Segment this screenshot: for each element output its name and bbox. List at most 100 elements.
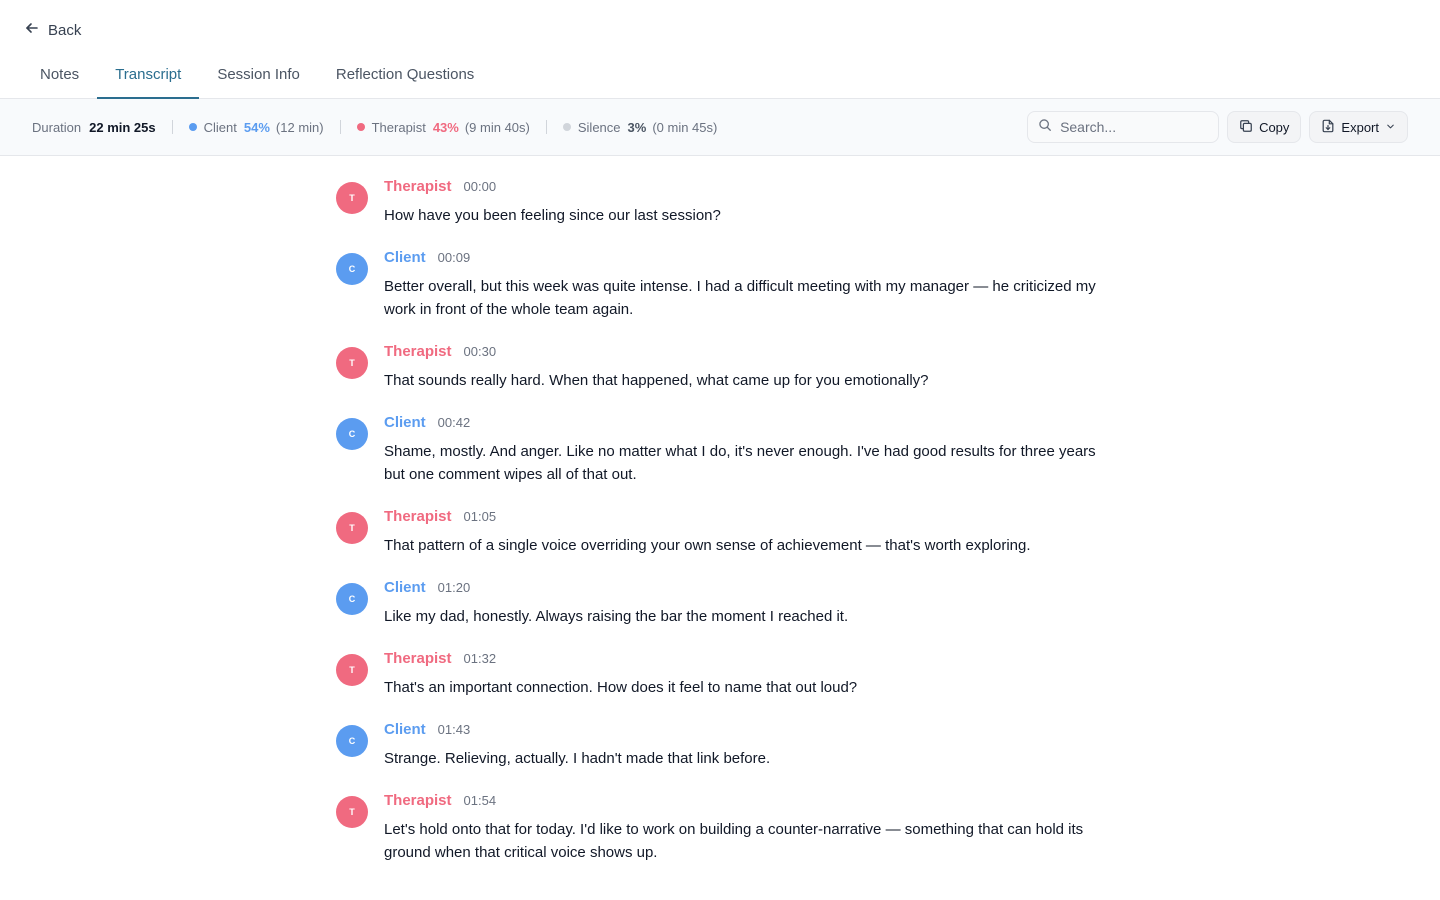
message-body: Therapist 00:30 That sounds really hard. W…	[384, 343, 929, 392]
transcript-message: T Therapist 01:05 That pattern of a single …	[336, 508, 1104, 557]
message-body: Therapist 01:54 Let's hold onto that for t…	[384, 792, 1104, 864]
client-stat-time: (12 min)	[275, 119, 324, 135]
message-header: Therapist 01:05	[384, 508, 1031, 532]
silence-stat-time: (0 min 45s)	[652, 119, 718, 135]
transcript-message: T Therapist 00:30 That sounds really hard. …	[336, 343, 1104, 392]
message-body: Client 01:43 Strange. Relieving, actually.…	[384, 721, 770, 770]
client-avatar: C	[336, 253, 368, 285]
file-export-icon	[1321, 119, 1335, 136]
tab-notes[interactable]: Notes	[22, 56, 97, 99]
message-header: Client 01:43	[384, 721, 770, 745]
message-header: Therapist 01:54	[384, 792, 1104, 816]
export-label: Export	[1341, 119, 1379, 135]
search-input[interactable]	[1060, 119, 1201, 135]
divider	[339, 120, 341, 134]
transcript-message: T Therapist 01:54 Let's hold onto that for …	[336, 792, 1104, 864]
message-text: Let's hold onto that for today. I'd like…	[384, 821, 1084, 861]
message-body: Therapist 00:00 How have you been feeling …	[384, 178, 721, 227]
client-avatar: C	[336, 583, 368, 615]
message-body: Therapist 01:32 That's an important connec…	[384, 650, 857, 699]
message-text: That pattern of a single voice overridin…	[384, 537, 1031, 554]
stats-bar: Duration 22 min 25s Client 54% (12 min) …	[0, 99, 1440, 156]
chevron-down-icon	[1385, 120, 1396, 135]
timestamp[interactable]: 00:30	[464, 344, 497, 359]
tab-session-info[interactable]: Session Info	[199, 56, 318, 99]
client-dot-icon	[188, 123, 197, 131]
message-text: How have you been feeling since our last…	[384, 207, 721, 224]
message-body: Client 01:20 Like my dad, honestly. Always…	[384, 579, 848, 628]
therapist-avatar: T	[336, 347, 368, 379]
client-avatar: C	[336, 725, 368, 757]
transcript-list: T Therapist 00:00 How have you been feeling…	[336, 178, 1104, 886]
silence-dot-icon	[562, 123, 571, 131]
speaker-name: Client	[384, 579, 426, 596]
therapist-stat-pct: 43%	[432, 119, 459, 135]
search-icon	[1038, 118, 1052, 137]
tab-bar: Notes Transcript Session Info Reflection…	[22, 56, 492, 99]
copy-icon	[1239, 119, 1253, 136]
therapist-avatar: T	[336, 796, 368, 828]
timestamp[interactable]: 01:32	[464, 651, 497, 666]
message-header: Therapist 00:30	[384, 343, 929, 367]
message-text: Better overall, but this week was quite …	[384, 278, 1096, 318]
silence-stat: Silence 3% (0 min 45s)	[562, 119, 718, 135]
client-stat-label: Client	[203, 119, 237, 135]
speaker-name: Therapist	[384, 343, 452, 360]
export-button[interactable]: Export	[1309, 111, 1408, 143]
top-bar: Back Notes Transcript Session Info Refle…	[0, 0, 1440, 99]
message-body: Client 00:42 Shame, mostly. And anger. Lik…	[384, 414, 1104, 486]
silence-stat-pct: 3%	[627, 119, 647, 135]
divider	[545, 120, 547, 134]
timestamp[interactable]: 00:42	[438, 415, 471, 430]
client-stat-pct: 54%	[243, 119, 270, 135]
duration-label: Duration	[32, 119, 82, 135]
speaker-name: Client	[384, 721, 426, 738]
therapist-avatar: T	[336, 512, 368, 544]
therapist-avatar: T	[336, 182, 368, 214]
therapist-stat: Therapist 43% (9 min 40s)	[356, 119, 530, 135]
divider	[171, 120, 173, 134]
tab-reflection-questions[interactable]: Reflection Questions	[318, 56, 492, 99]
therapist-dot-icon	[356, 123, 365, 131]
transcript-message: C Client 01:20 Like my dad, honestly. Alway…	[336, 579, 1104, 628]
therapist-avatar: T	[336, 654, 368, 686]
message-text: That's an important connection. How does…	[384, 679, 858, 696]
silence-stat-label: Silence	[577, 119, 621, 135]
message-text: Like my dad, honestly. Always raising th…	[384, 608, 849, 625]
message-body: Client 00:09 Better overall, but this week…	[384, 249, 1104, 321]
client-avatar: C	[336, 418, 368, 450]
message-header: Client 00:42	[384, 414, 1104, 438]
message-text: Shame, mostly. And anger. Like no matter…	[384, 443, 1096, 483]
back-label: Back	[48, 21, 82, 39]
transcript-message: C Client 00:09 Better overall, but this wee…	[336, 249, 1104, 321]
search-box[interactable]	[1027, 111, 1220, 143]
client-stat: Client 54% (12 min)	[188, 119, 324, 135]
transcript-message: T Therapist 01:32 That's an important conne…	[336, 650, 1104, 699]
transcript-message: T Therapist 00:00 How have you been feeling…	[336, 178, 1104, 227]
transcript-message: C Client 01:43 Strange. Relieving, actually…	[336, 721, 1104, 770]
speaker-name: Client	[384, 414, 426, 431]
speaker-name: Client	[384, 249, 426, 266]
back-button[interactable]: Back	[24, 20, 81, 40]
timestamp[interactable]: 01:54	[464, 793, 497, 808]
copy-button[interactable]: Copy	[1227, 111, 1302, 143]
duration-value: 22 min 25s	[89, 119, 156, 135]
timestamp[interactable]: 01:43	[438, 722, 471, 737]
message-text: That sounds really hard. When that happe…	[384, 372, 929, 389]
therapist-stat-label: Therapist	[371, 119, 426, 135]
message-header: Therapist 00:00	[384, 178, 721, 202]
speaker-name: Therapist	[384, 178, 452, 195]
tab-transcript[interactable]: Transcript	[97, 56, 200, 99]
toolbar: Copy Export	[1027, 111, 1408, 143]
timestamp[interactable]: 00:09	[438, 250, 471, 265]
timestamp[interactable]: 01:20	[438, 580, 471, 595]
speaker-name: Therapist	[384, 792, 452, 809]
timestamp[interactable]: 00:00	[464, 179, 497, 194]
message-header: Therapist 01:32	[384, 650, 857, 674]
speaker-name: Therapist	[384, 650, 452, 667]
message-header: Client 01:20	[384, 579, 848, 603]
speaker-name: Therapist	[384, 508, 452, 525]
timestamp[interactable]: 01:05	[464, 509, 497, 524]
message-body: Therapist 01:05 That pattern of a single v…	[384, 508, 1031, 557]
message-header: Client 00:09	[384, 249, 1104, 273]
